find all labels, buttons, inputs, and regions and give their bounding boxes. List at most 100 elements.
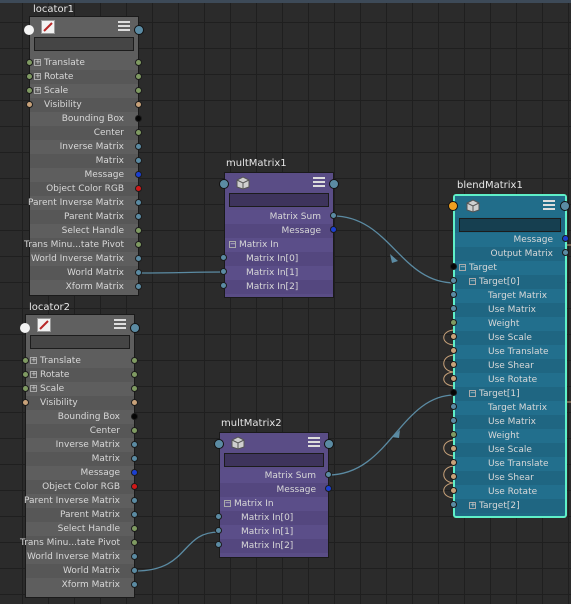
blendmatrix1-t0-userotate-plug[interactable] bbox=[450, 375, 457, 382]
blendmatrix1-t0-usescale-plug[interactable] bbox=[450, 333, 457, 340]
blendmatrix1-t0-use-matrix[interactable]: Use Matrix bbox=[455, 303, 565, 317]
multmatrix2-attr-message[interactable]: Message bbox=[220, 483, 328, 497]
collapse-icon[interactable]: − bbox=[459, 264, 466, 271]
locator1-output-port[interactable] bbox=[134, 25, 144, 35]
multmatrix2-in2-plug[interactable] bbox=[215, 541, 222, 548]
locator2-parentinverse-plug[interactable] bbox=[131, 497, 138, 504]
node-menu-icon[interactable] bbox=[114, 319, 126, 330]
locator1-attr-parent-matrix[interactable]: Parent Matrix bbox=[30, 210, 138, 224]
node-menu-icon[interactable] bbox=[308, 437, 320, 448]
blendmatrix1-t1-weight[interactable]: Weight bbox=[455, 429, 565, 443]
locator1-attr-trans-minus-rotate-pivot[interactable]: Trans Minu...tate Pivot bbox=[24, 238, 138, 252]
blendmatrix1-t1-weight-plug[interactable] bbox=[450, 431, 457, 438]
locator2-transminus-plug[interactable] bbox=[131, 539, 138, 546]
blendmatrix1-t0-use-scale[interactable]: Use Scale bbox=[455, 331, 565, 345]
locator2-output-port[interactable] bbox=[130, 323, 140, 333]
node-menu-icon[interactable] bbox=[543, 200, 555, 211]
multmatrix2-name-field[interactable] bbox=[224, 453, 324, 467]
locator2-name-field[interactable] bbox=[30, 335, 130, 349]
locator2-scale-out-plug[interactable] bbox=[131, 385, 138, 392]
locator1-attr-scale[interactable]: + Scale bbox=[30, 84, 138, 98]
multmatrix2-attr-matrix-in-0[interactable]: Matrix In[0] bbox=[220, 511, 328, 525]
locator2-rotate-in-plug[interactable] bbox=[22, 371, 29, 378]
locator1-attr-matrix[interactable]: Matrix bbox=[30, 154, 138, 168]
blendmatrix1-t1-use-scale[interactable]: Use Scale bbox=[455, 443, 565, 457]
locator1-inversematrix-plug[interactable] bbox=[135, 143, 142, 150]
locator2-translate-in-plug[interactable] bbox=[22, 357, 29, 364]
expand-icon[interactable]: + bbox=[34, 87, 41, 94]
locator2-rotate-out-plug[interactable] bbox=[131, 371, 138, 378]
blendmatrix1-target-plug[interactable] bbox=[450, 263, 457, 270]
locator2-header[interactable] bbox=[26, 315, 134, 336]
locator2-attr-center[interactable]: Center bbox=[26, 424, 134, 438]
locator2-attr-scale[interactable]: + Scale bbox=[26, 382, 134, 396]
locator1-input-port[interactable] bbox=[24, 25, 34, 35]
blendmatrix1-t0-use-shear[interactable]: Use Shear bbox=[455, 359, 565, 373]
locator1-selecthandle-plug[interactable] bbox=[135, 227, 142, 234]
locator1-attr-rotate[interactable]: + Rotate bbox=[30, 70, 138, 84]
node-menu-icon[interactable] bbox=[313, 177, 325, 188]
multmatrix1-attr-matrix-in-0[interactable]: Matrix In[0] bbox=[225, 252, 333, 266]
locator1-message-plug[interactable] bbox=[135, 171, 142, 178]
locator2-visibility-in-plug[interactable] bbox=[22, 399, 29, 406]
locator1-center-plug[interactable] bbox=[135, 129, 142, 136]
locator2-attr-object-color[interactable]: Object Color RGB bbox=[26, 480, 134, 494]
locator1-attr-bounding-box[interactable]: Bounding Box bbox=[30, 112, 138, 126]
locator1-worldmatrix-plug[interactable] bbox=[135, 269, 142, 276]
blendmatrix1-t0-use-translate[interactable]: Use Translate bbox=[455, 345, 565, 359]
expand-icon[interactable]: + bbox=[469, 502, 476, 509]
locator2-attr-bounding-box[interactable]: Bounding Box bbox=[26, 410, 134, 424]
multmatrix1-in2-plug[interactable] bbox=[220, 282, 227, 289]
multmatrix2-header[interactable] bbox=[220, 433, 328, 454]
expand-icon[interactable]: + bbox=[34, 59, 41, 66]
locator1-objectcolor-plug[interactable] bbox=[135, 185, 142, 192]
collapse-icon[interactable]: − bbox=[469, 278, 476, 285]
multmatrix1-in1-plug[interactable] bbox=[220, 268, 227, 275]
blendmatrix1-t0-use-rotate[interactable]: Use Rotate bbox=[455, 373, 565, 387]
locator1-translate-in-plug[interactable] bbox=[26, 59, 33, 66]
locator1-scale-out-plug[interactable] bbox=[135, 87, 142, 94]
locator1-xformmatrix-plug[interactable] bbox=[135, 283, 142, 290]
locator2-center-plug[interactable] bbox=[131, 427, 138, 434]
blendmatrix1-input-port[interactable] bbox=[448, 201, 458, 211]
locator2-xformmatrix-plug[interactable] bbox=[131, 581, 138, 588]
blendmatrix1-attr-output-matrix[interactable]: Output Matrix bbox=[455, 247, 565, 261]
locator1-header[interactable] bbox=[30, 17, 138, 38]
locator1-rotate-out-plug[interactable] bbox=[135, 73, 142, 80]
locator1-attr-xform-matrix[interactable]: Xform Matrix bbox=[30, 280, 138, 294]
expand-icon[interactable]: + bbox=[34, 73, 41, 80]
locator1-worldinverse-plug[interactable] bbox=[135, 255, 142, 262]
multmatrix1-matrixsum-plug[interactable] bbox=[330, 212, 337, 219]
blendmatrix1-t1-useshear-plug[interactable] bbox=[450, 473, 457, 480]
locator1-attr-select-handle[interactable]: Select Handle bbox=[30, 224, 138, 238]
multmatrix2-attr-matrix-in-2[interactable]: Matrix In[2] bbox=[220, 539, 328, 553]
blendmatrix1-target2-plug[interactable] bbox=[450, 501, 457, 508]
locator2-scale-in-plug[interactable] bbox=[22, 385, 29, 392]
locator2-attr-message[interactable]: Message bbox=[26, 466, 134, 480]
collapse-icon[interactable]: − bbox=[224, 500, 231, 507]
locator2-attr-world-matrix[interactable]: World Matrix bbox=[26, 564, 134, 578]
blendmatrix1-t1-usescale-plug[interactable] bbox=[450, 445, 457, 452]
locator2-selecthandle-plug[interactable] bbox=[131, 525, 138, 532]
multmatrix1-attr-matrix-in[interactable]: − Matrix In bbox=[225, 238, 333, 252]
node-menu-icon[interactable] bbox=[118, 21, 130, 32]
locator1-attr-center[interactable]: Center bbox=[30, 126, 138, 140]
locator1-transminus-plug[interactable] bbox=[135, 241, 142, 248]
multmatrix2-in1-plug[interactable] bbox=[215, 527, 222, 534]
locator2-worldmatrix-plug[interactable] bbox=[131, 567, 138, 574]
locator2-node[interactable]: + Translate + Rotate + Scale Visibility Bou… bbox=[20, 314, 135, 598]
multmatrix2-node[interactable]: Matrix Sum Message − Matrix In Matrix In[… bbox=[219, 432, 329, 558]
locator2-attr-visibility[interactable]: Visibility bbox=[26, 396, 134, 410]
locator2-attr-rotate[interactable]: + Rotate bbox=[26, 368, 134, 382]
blendmatrix1-message-plug[interactable] bbox=[562, 235, 569, 242]
locator2-visibility-out-plug[interactable] bbox=[131, 399, 138, 406]
blendmatrix1-t0-target-matrix[interactable]: Target Matrix bbox=[455, 289, 565, 303]
blendmatrix1-outputmatrix-plug[interactable] bbox=[562, 249, 569, 256]
blendmatrix1-t1-use-shear[interactable]: Use Shear bbox=[455, 471, 565, 485]
blendmatrix1-t1-usematrix-plug[interactable] bbox=[450, 417, 457, 424]
locator2-input-port[interactable] bbox=[20, 323, 30, 333]
blendmatrix1-target1-plug[interactable] bbox=[450, 389, 457, 396]
blendmatrix1-t1-target-matrix[interactable]: Target Matrix bbox=[455, 401, 565, 415]
expand-icon[interactable]: + bbox=[30, 385, 37, 392]
blendmatrix1-t1-usetranslate-plug[interactable] bbox=[450, 459, 457, 466]
